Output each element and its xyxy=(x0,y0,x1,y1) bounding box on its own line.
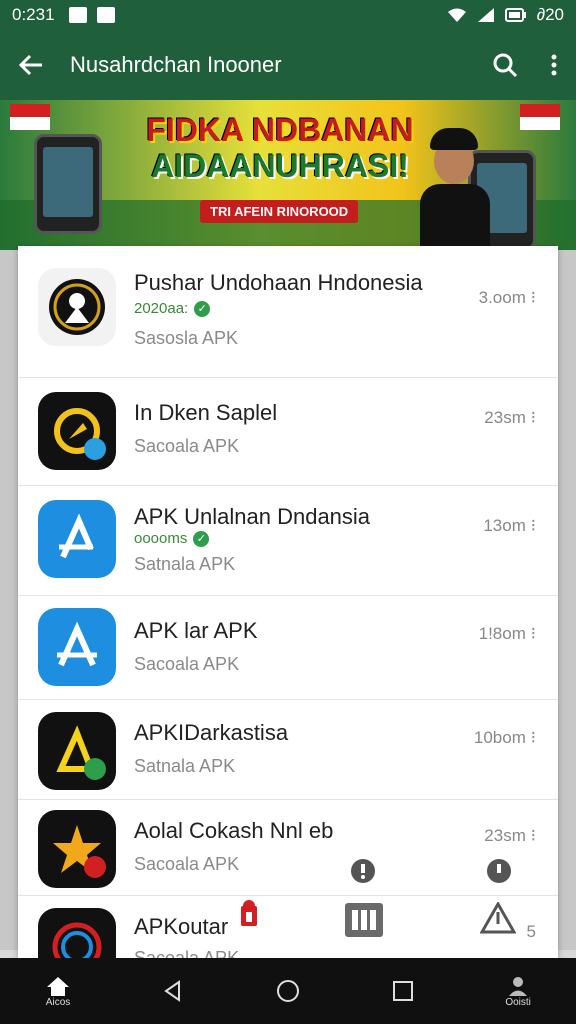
verified-icon: ✓ xyxy=(194,300,211,317)
recents-square-icon[interactable] xyxy=(391,979,415,1003)
app-name: APK lar APK xyxy=(134,618,258,643)
image-icon xyxy=(96,7,115,23)
app-size[interactable]: 3.oom ⁝ xyxy=(479,288,536,308)
list-item[interactable]: APKoutar Sacoala APK 5 xyxy=(18,896,558,958)
app-size[interactable]: 23sm ⁝ xyxy=(484,408,536,428)
app-meta-text: 2020aa: xyxy=(134,300,189,317)
nav-profile[interactable]: Ooisti xyxy=(505,975,531,1008)
nav-home-label: Aicos xyxy=(45,996,71,1008)
app-list: Pushar Undohaan Hndonesia 2020aa: ✓ Saso… xyxy=(18,246,558,958)
list-item[interactable]: Pushar Undohaan Hndonesia 2020aa: ✓ Saso… xyxy=(18,246,558,378)
grid-icon[interactable] xyxy=(344,902,384,938)
list-item[interactable]: Aolal Cokash Nnl eb Sacoala APK 23sm ⁝ xyxy=(18,800,558,896)
list-item[interactable]: APK Unlalnan Dndansia ooooms ✓ Satnala A… xyxy=(18,486,558,596)
app-subtitle: Sacoala APK xyxy=(134,436,240,456)
verified-icon: ✓ xyxy=(193,530,210,547)
person-illustration xyxy=(420,128,490,250)
banner-subline: TRI AFEIN RINOROOD xyxy=(200,200,359,223)
banner-headline-line2: AIDAANUHRASI! xyxy=(151,148,409,184)
app-meta-text: ooooms xyxy=(134,530,188,547)
app-subtitle: Sasosla APK xyxy=(134,328,239,348)
app-icon-compass xyxy=(38,392,116,470)
app-subtitle: Sacoala APK xyxy=(134,948,240,958)
app-icon-app-store xyxy=(38,608,116,686)
app-icon-triangle xyxy=(38,712,116,790)
app-size[interactable]: 23sm ⁝ xyxy=(484,826,536,846)
background-card xyxy=(0,250,18,950)
nav-profile-label: Ooisti xyxy=(505,996,531,1008)
promo-banner[interactable]: FIDKA NDBANAN AIDAANUHRASI! TRI AFEIN RI… xyxy=(0,100,576,250)
app-name: APK Unlalnan Dndansia xyxy=(134,504,371,529)
app-size[interactable]: 13om ⁝ xyxy=(483,516,536,536)
app-subtitle: Satnala APK xyxy=(134,554,236,574)
search-icon[interactable] xyxy=(492,52,518,78)
app-name: In Dken Saplel xyxy=(134,400,278,425)
background-card xyxy=(558,250,576,950)
app-name: APKoutar xyxy=(134,914,229,939)
back-arrow-icon[interactable] xyxy=(18,53,44,77)
app-size[interactable]: 10bom ⁝ xyxy=(474,728,536,748)
gmail-icon xyxy=(68,7,87,23)
warning-icon[interactable] xyxy=(480,902,516,934)
bottom-nav: Aicos Ooisti xyxy=(0,958,576,1024)
nav-home[interactable]: Aicos xyxy=(45,975,71,1008)
profile-icon xyxy=(509,976,528,996)
status-time: 0:231 xyxy=(12,5,55,24)
app-icon-star xyxy=(38,810,116,888)
app-icon-circle xyxy=(38,908,116,958)
app-bar: Nusahrdchan Inooner xyxy=(0,30,576,100)
banner-headline-line1: FIDKA NDBANAN xyxy=(146,112,414,148)
signal-icon xyxy=(477,8,494,22)
battery-icon xyxy=(504,8,526,22)
back-triangle-icon[interactable] xyxy=(161,979,185,1003)
phone-illustration xyxy=(34,134,102,234)
flag-icon xyxy=(520,104,560,130)
list-item[interactable]: APK lar APK Sacoala APK 1!8om ⁝ xyxy=(18,596,558,700)
app-subtitle: Sacoala APK xyxy=(134,654,240,674)
alert-icon[interactable] xyxy=(486,858,512,884)
flag-icon xyxy=(10,104,50,130)
app-name: Pushar Undohaan Hndonesia xyxy=(134,270,423,295)
battery-text: ∂20 xyxy=(536,5,564,24)
badge-icon xyxy=(238,898,260,928)
app-icon-app-store xyxy=(38,500,116,578)
app-meta: ooooms ✓ xyxy=(134,530,210,547)
more-vert-icon[interactable] xyxy=(550,53,558,77)
list-item[interactable]: APKIDarkastisa Satnala APK 10bom ⁝ xyxy=(18,700,558,800)
app-size[interactable]: 1!8om ⁝ xyxy=(479,624,536,644)
status-bar: 0:231 ∂20 xyxy=(0,0,576,30)
app-name: Aolal Cokash Nnl eb xyxy=(134,818,334,843)
wifi-icon xyxy=(447,8,466,22)
app-subtitle: Sacoala APK xyxy=(134,854,240,874)
home-circle-icon[interactable] xyxy=(275,978,301,1004)
app-meta: 2020aa: ✓ xyxy=(134,300,211,317)
app-name: APKIDarkastisa xyxy=(134,720,289,745)
home-icon xyxy=(47,976,70,996)
banner-headline: FIDKA NDBANAN AIDAANUHRASI! xyxy=(130,112,430,184)
info-icon[interactable] xyxy=(350,858,376,884)
app-size[interactable]: 5 xyxy=(527,922,536,942)
app-subtitle: Satnala APK xyxy=(134,756,236,776)
list-item[interactable]: In Dken Saplel Sacoala APK 23sm ⁝ xyxy=(18,378,558,486)
page-title: Nusahrdchan Inooner xyxy=(70,52,282,77)
app-icon-emblem xyxy=(38,268,116,346)
